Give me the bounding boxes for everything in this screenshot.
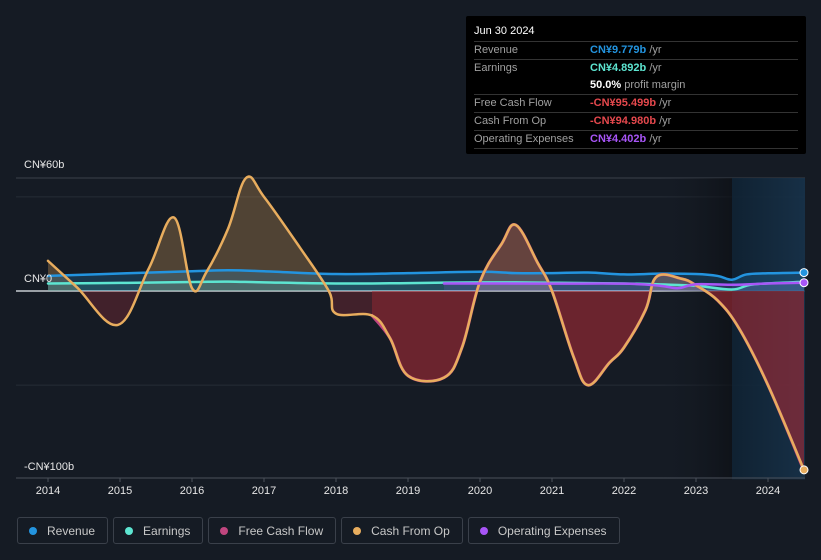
- x-tick-label: 2017: [251, 485, 277, 497]
- legend-dot-icon: [29, 526, 37, 535]
- x-tick-label: 2014: [35, 485, 61, 497]
- x-tick-label: 2019: [395, 485, 421, 497]
- x-tick-label: 2022: [611, 485, 637, 497]
- past-shade: [660, 178, 732, 480]
- tooltip-panel: Jun 30 2024 Revenue CN¥9.779b /yr Earnings…: [466, 16, 806, 154]
- x-tick-label: 2021: [539, 485, 565, 497]
- tooltip-row-value: -CN¥95.499b /yr: [590, 97, 672, 109]
- tooltip-row: Free Cash Flow -CN¥95.499b /yr: [474, 95, 798, 113]
- legend-item-cash-from-op[interactable]: Cash From Op: [341, 517, 463, 544]
- tooltip-row-value: CN¥9.779b /yr: [590, 44, 662, 56]
- tooltip-row-label: Cash From Op: [474, 115, 547, 127]
- cash-from-op-endpoint: [799, 465, 809, 475]
- tooltip-row: Revenue CN¥9.779b /yr: [474, 42, 798, 60]
- x-tick-label: 2018: [323, 485, 349, 497]
- tooltip-row-value: CN¥4.892b /yr: [590, 62, 662, 74]
- legend-label: Earnings: [143, 523, 191, 538]
- x-tick-label: 2023: [683, 485, 709, 497]
- legend-label: Revenue: [47, 523, 96, 538]
- legend-item-free-cash-flow[interactable]: Free Cash Flow: [208, 517, 337, 544]
- y-tick-label: CN¥60b: [24, 159, 65, 171]
- x-tick-label: 2016: [179, 485, 205, 497]
- legend-dot-icon: [353, 526, 362, 535]
- legend-item-earnings[interactable]: Earnings: [113, 517, 204, 544]
- y-tick-label: -CN¥100b: [24, 461, 75, 474]
- tooltip-row: 50.0% profit margin: [474, 77, 798, 95]
- operating-expenses-endpoint: [799, 278, 809, 288]
- tooltip-row-label: Free Cash Flow: [474, 97, 552, 109]
- tooltip-row-value: 50.0% profit margin: [590, 79, 686, 91]
- y-tick-label: CN¥0: [24, 273, 53, 285]
- tooltip-row-label: Operating Expenses: [474, 133, 574, 145]
- tooltip-row-value: -CN¥94.980b /yr: [590, 115, 672, 127]
- legend-item-revenue[interactable]: Revenue: [17, 517, 109, 544]
- legend-item-operating-expenses[interactable]: Operating Expenses: [467, 517, 620, 544]
- legend-dot-icon: [479, 526, 488, 535]
- tooltip-row: Operating Expenses CN¥4.402b /yr: [474, 131, 798, 149]
- tooltip-row-value: CN¥4.402b /yr: [590, 133, 662, 145]
- tooltip-row-label: Revenue: [474, 44, 519, 56]
- tooltip-row-label: Earnings: [474, 62, 518, 74]
- legend: Revenue Earnings Free Cash Flow Cash From O…: [17, 517, 620, 544]
- legend-dot-icon: [220, 526, 229, 535]
- tooltip-row: Cash From Op -CN¥94.980b /yr: [474, 113, 798, 131]
- x-tick-label: 2015: [107, 485, 133, 497]
- legend-label: Free Cash Flow: [238, 523, 324, 538]
- revenue-endpoint: [799, 268, 809, 278]
- x-tick-label: 2024: [755, 485, 781, 497]
- tooltip-row: Earnings CN¥4.892b /yr: [474, 60, 798, 77]
- legend-dot-icon: [125, 526, 134, 535]
- tooltip-date: Jun 30 2024: [474, 24, 798, 42]
- tooltip-row-label: [474, 77, 590, 94]
- legend-label: Operating Expenses: [497, 523, 607, 538]
- x-tick-label: 2020: [467, 485, 493, 497]
- legend-label: Cash From Op: [371, 523, 450, 538]
